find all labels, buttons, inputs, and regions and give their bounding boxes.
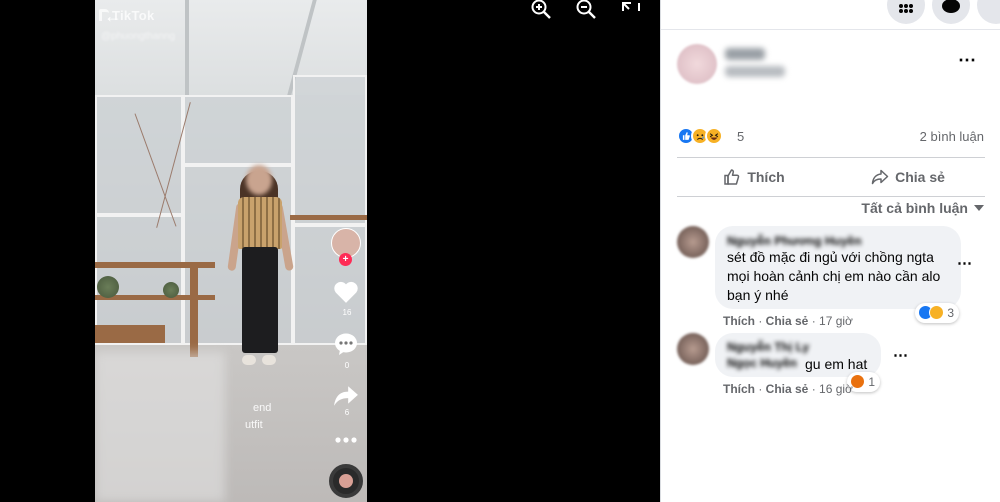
comment-count-video: 0 bbox=[344, 361, 350, 370]
comment-like-link[interactable]: Thích bbox=[723, 382, 755, 396]
comment-time[interactable]: 16 giờ bbox=[819, 382, 853, 396]
comment-bubble: Nguyễn Phương Huyền sét đồ mặc đi ngủ vớ… bbox=[715, 226, 961, 309]
comment-reactions[interactable]: 3 bbox=[915, 303, 960, 323]
comment-author-blurred[interactable]: Nguyễn Phương Huyền bbox=[727, 234, 949, 248]
potted-plant bbox=[97, 276, 119, 298]
plaid-shirt bbox=[238, 197, 282, 249]
post-options-icon[interactable]: ⋯ bbox=[958, 50, 977, 71]
comment-author-blurred[interactable]: Nguyễn Thị Ly bbox=[727, 340, 809, 354]
back-arrow-icon[interactable]: ← bbox=[104, 6, 124, 26]
comment-sort-dropdown[interactable]: Tất cả bình luận bbox=[861, 200, 984, 216]
comment-options-icon[interactable]: ⋯ bbox=[957, 254, 973, 272]
messenger-icon bbox=[942, 0, 960, 13]
zoom-out-icon[interactable] bbox=[575, 0, 597, 22]
media-viewer: TikTok @phuongthanng end utfit + 16 0 6 … bbox=[0, 0, 660, 502]
share-button[interactable]: Chia sẻ bbox=[831, 158, 985, 196]
roof-beam bbox=[185, 0, 189, 95]
screen: TikTok @phuongthanng end utfit + 16 0 6 … bbox=[0, 0, 1000, 502]
face-blurred bbox=[246, 165, 272, 195]
potted-plant bbox=[163, 282, 179, 298]
caption-fragment: end bbox=[253, 402, 272, 414]
comment-like-link[interactable]: Thích bbox=[723, 314, 755, 328]
video-frame[interactable]: TikTok @phuongthanng end utfit + 16 0 6 bbox=[95, 0, 367, 502]
commenter-avatar[interactable] bbox=[677, 333, 709, 365]
share-count: 6 bbox=[344, 408, 350, 417]
haha-reaction-icon bbox=[929, 305, 944, 320]
like-button[interactable]: Thích bbox=[677, 158, 831, 196]
grid-icon bbox=[899, 4, 913, 13]
messenger-button[interactable] bbox=[932, 0, 970, 24]
fullscreen-icon[interactable] bbox=[620, 0, 642, 22]
more-options-icon[interactable] bbox=[333, 428, 359, 452]
post-panel: ⋯ 5 2 bình luận Thích Chia sẻ Tất cả bìn… bbox=[660, 0, 1000, 502]
top-bar bbox=[661, 0, 1000, 30]
music-disc-icon[interactable] bbox=[329, 464, 363, 498]
glass-pane bbox=[293, 75, 367, 225]
comment-text-line: sét đồ mặc đi ngủ với chồng ngta bbox=[727, 249, 934, 265]
comment-count[interactable]: 2 bình luận bbox=[920, 129, 984, 144]
table-leg bbox=[190, 262, 198, 357]
blurred-caption-overlay bbox=[95, 352, 225, 502]
comment-share-link[interactable]: Chia sẻ bbox=[766, 382, 809, 396]
comment-time[interactable]: 17 giờ bbox=[819, 314, 853, 328]
reaction-count[interactable]: 5 bbox=[737, 129, 744, 144]
glass-pane bbox=[183, 95, 293, 165]
comment-author-blurred-line2[interactable]: Ngọc Huyền bbox=[727, 356, 797, 370]
scrollbar[interactable] bbox=[990, 30, 1000, 502]
menu-grid-button[interactable] bbox=[887, 0, 925, 24]
thumbs-up-icon bbox=[724, 169, 740, 185]
black-pants bbox=[242, 247, 278, 353]
notifications-button[interactable] bbox=[977, 0, 1000, 24]
share-button-label: Chia sẻ bbox=[895, 169, 945, 185]
comment-reaction-count: 3 bbox=[947, 306, 955, 320]
caption-fragment: utfit bbox=[245, 419, 263, 431]
wall-shelf bbox=[290, 215, 367, 220]
disc-cover bbox=[339, 474, 353, 488]
sort-label: Tất cả bình luận bbox=[861, 200, 968, 216]
like-count: 16 bbox=[342, 308, 352, 317]
comment-meta: Thích · Chia sẻ · 17 giờ bbox=[723, 314, 853, 328]
shoe bbox=[242, 355, 256, 365]
comment-bubble-icon[interactable] bbox=[333, 332, 359, 356]
comment-meta: Thích · Chia sẻ · 16 giờ bbox=[723, 382, 853, 396]
glass-pane bbox=[95, 95, 183, 215]
wooden-bench bbox=[95, 325, 165, 343]
shoe bbox=[262, 355, 276, 365]
post-action-bar: Thích Chia sẻ bbox=[677, 157, 985, 197]
share-arrow-icon[interactable] bbox=[333, 384, 359, 408]
like-button-label: Thích bbox=[747, 169, 785, 185]
comment-bubble: Nguyễn Thị Ly Ngọc Huyền gu em hat bbox=[715, 333, 881, 377]
comment-text-line: bạn ý nhé bbox=[727, 287, 789, 303]
poster-avatar[interactable] bbox=[677, 44, 717, 84]
post-time-blurred[interactable] bbox=[725, 66, 785, 77]
video-subject bbox=[227, 165, 294, 385]
tiktok-handle: @phuongthanng bbox=[101, 31, 176, 42]
haha-reaction-icon bbox=[705, 127, 723, 145]
share-icon bbox=[871, 169, 889, 185]
comment-options-icon[interactable]: ⋯ bbox=[893, 346, 909, 364]
heart-icon[interactable] bbox=[333, 280, 359, 304]
poster-name-blurred[interactable] bbox=[725, 48, 765, 60]
caret-down-icon bbox=[974, 205, 984, 211]
commenter-avatar[interactable] bbox=[677, 226, 709, 258]
comment-reaction-count: 1 bbox=[868, 375, 876, 389]
zoom-in-icon[interactable] bbox=[530, 0, 552, 22]
follow-plus-icon[interactable]: + bbox=[339, 253, 352, 266]
comment-share-link[interactable]: Chia sẻ bbox=[766, 314, 809, 328]
comment-text-line: mọi hoàn cảnh chị em nào cần alo bbox=[727, 268, 941, 284]
